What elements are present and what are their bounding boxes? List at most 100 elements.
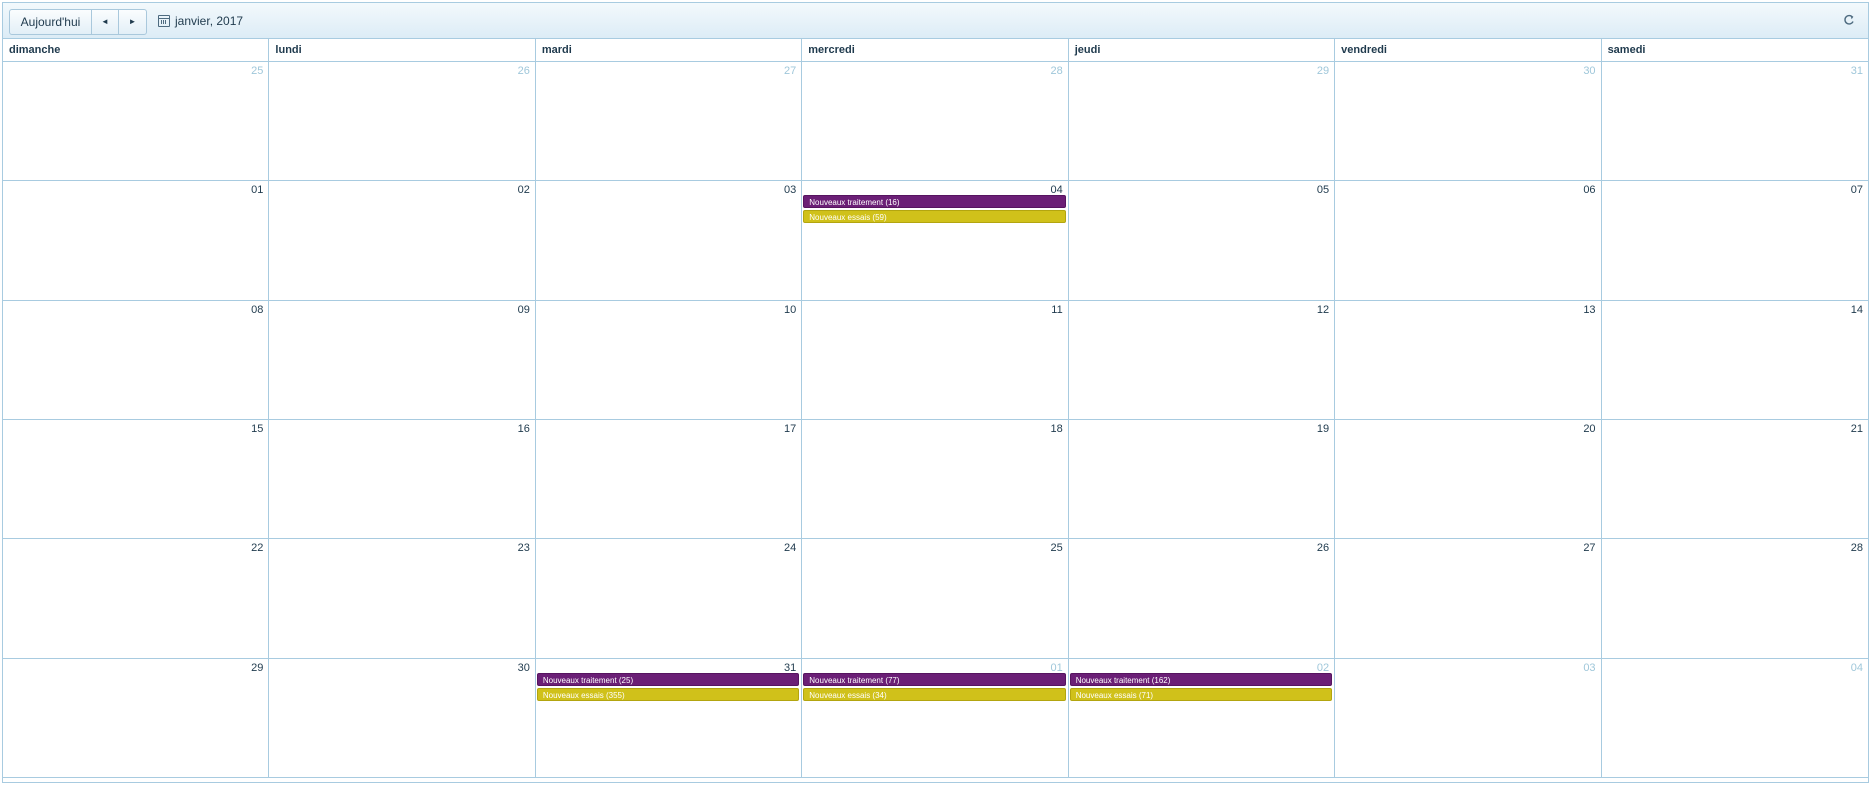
day-number[interactable]: 13 [1583,304,1595,316]
day-number[interactable]: 12 [1317,304,1329,316]
scheduler: Aujourd'hui ◄ ► janvier, 2017 dimanche lu… [2,2,1869,783]
day-cell[interactable]: 10 [535,300,803,420]
calendar-icon[interactable] [158,15,170,27]
day-cell[interactable]: 30 [1335,62,1602,182]
day-number[interactable]: 27 [1583,542,1595,554]
day-number[interactable]: 29 [251,662,263,674]
day-number[interactable]: 17 [784,423,796,435]
day-number[interactable]: 26 [518,65,530,77]
day-cell[interactable]: 30 [269,658,536,778]
day-cell[interactable]: 08 [3,300,270,420]
day-number[interactable]: 04 [1851,662,1863,674]
event-new-essai[interactable]: Nouveaux essais (71) [1069,687,1333,701]
day-number[interactable]: 31 [1851,65,1863,77]
day-number[interactable]: 03 [1583,662,1595,674]
day-cell[interactable]: 15 [3,420,270,540]
current-period[interactable]: janvier, 2017 [175,14,243,28]
day-cell[interactable]: 29 [3,658,270,778]
day-cell[interactable]: 31 [1601,62,1868,182]
day-cell[interactable]: 04 Nouveaux traitement (16) Nouveaux essai… [802,181,1069,301]
day-cell[interactable]: 06 [1335,181,1602,301]
day-number[interactable]: 15 [251,423,263,435]
day-cell[interactable]: 23 [269,539,536,659]
day-number[interactable]: 27 [784,65,796,77]
day-cell[interactable]: 13 [1335,300,1602,420]
day-cell[interactable]: 24 [535,539,803,659]
day-number[interactable]: 14 [1851,304,1863,316]
event-new-treatment[interactable]: Nouveaux traitement (25) [536,672,800,686]
day-cell[interactable]: 31 Nouveaux traitement (25) Nouveaux essai… [535,658,803,778]
today-button[interactable]: Aujourd'hui [10,10,92,34]
refresh-icon[interactable] [1842,13,1856,27]
day-number[interactable]: 28 [1050,65,1062,77]
day-number[interactable]: 30 [518,662,530,674]
day-number[interactable]: 18 [1050,423,1062,435]
day-cell[interactable]: 26 [1068,539,1336,659]
day-cell[interactable]: 16 [269,420,536,540]
day-cell[interactable]: 11 [802,300,1069,420]
day-cell[interactable]: 01 Nouveaux traitement (77) Nouveaux essai… [802,658,1069,778]
day-cell[interactable]: 26 [269,62,536,182]
day-number[interactable]: 29 [1317,65,1329,77]
day-number[interactable]: 01 [251,184,263,196]
day-number[interactable]: 22 [251,542,263,554]
day-number[interactable]: 10 [784,304,796,316]
day-number[interactable]: 11 [1051,304,1062,316]
day-cell[interactable]: 03 [1335,658,1602,778]
day-cell[interactable]: 25 [802,539,1069,659]
day-number[interactable]: 02 [1317,662,1329,674]
day-cell[interactable]: 17 [535,420,803,540]
day-cell[interactable]: 01 [3,181,270,301]
day-cell[interactable]: 21 [1601,420,1868,540]
day-number[interactable]: 25 [1050,542,1062,554]
day-number[interactable]: 28 [1851,542,1863,554]
event-new-essai[interactable]: Nouveaux essais (355) [536,687,800,701]
day-number[interactable]: 31 [784,662,796,674]
day-cell[interactable]: 27 [1335,539,1602,659]
day-number[interactable]: 07 [1851,184,1863,196]
day-cell[interactable]: 22 [3,539,270,659]
day-cell[interactable]: 27 [535,62,803,182]
day-number[interactable]: 19 [1317,423,1329,435]
day-cell[interactable]: 19 [1068,420,1336,540]
day-cell[interactable]: 28 [802,62,1069,182]
day-cell[interactable]: 09 [269,300,536,420]
day-number[interactable]: 02 [518,184,530,196]
day-number[interactable]: 24 [784,542,796,554]
day-cell[interactable]: 18 [802,420,1069,540]
day-cell[interactable]: 20 [1335,420,1602,540]
day-number[interactable]: 16 [518,423,530,435]
event-new-treatment[interactable]: Nouveaux traitement (162) [1069,672,1333,686]
day-cell[interactable]: 02 [269,181,536,301]
day-cell[interactable]: 05 [1068,181,1336,301]
event-new-treatment[interactable]: Nouveaux traitement (16) [803,195,1066,209]
day-number[interactable]: 21 [1851,423,1863,435]
day-cell[interactable]: 14 [1601,301,1868,420]
date-picker[interactable]: janvier, 2017 [158,12,243,30]
day-cell[interactable]: 03 [535,181,803,301]
day-number[interactable]: 26 [1317,542,1329,554]
day-number[interactable]: 25 [251,65,263,77]
day-number[interactable]: 01 [1050,662,1062,674]
day-number[interactable]: 03 [784,184,796,196]
day-cell[interactable]: 12 [1068,300,1336,420]
event-new-treatment[interactable]: Nouveaux traitement (77) [803,672,1066,686]
day-cell[interactable]: 28 [1601,539,1868,659]
day-number[interactable]: 06 [1583,184,1595,196]
scheduler-toolbar: Aujourd'hui ◄ ► janvier, 2017 [3,3,1868,39]
day-cell[interactable]: 04 [1601,659,1868,778]
day-number[interactable]: 23 [518,542,530,554]
day-number[interactable]: 20 [1583,423,1595,435]
day-cell[interactable]: 07 [1601,181,1868,301]
event-new-essai[interactable]: Nouveaux essais (59) [803,210,1066,224]
day-number[interactable]: 08 [251,304,263,316]
day-number[interactable]: 30 [1583,65,1595,77]
prev-arrow-icon[interactable]: ◄ [92,10,119,34]
event-new-essai[interactable]: Nouveaux essais (34) [803,687,1066,701]
day-cell[interactable]: 02 Nouveaux traitement (162) Nouveaux essa… [1068,658,1336,778]
day-cell[interactable]: 25 [3,62,270,182]
day-number[interactable]: 09 [518,304,530,316]
day-number[interactable]: 05 [1317,184,1329,196]
next-arrow-icon[interactable]: ► [119,10,146,34]
day-cell[interactable]: 29 [1068,62,1336,182]
